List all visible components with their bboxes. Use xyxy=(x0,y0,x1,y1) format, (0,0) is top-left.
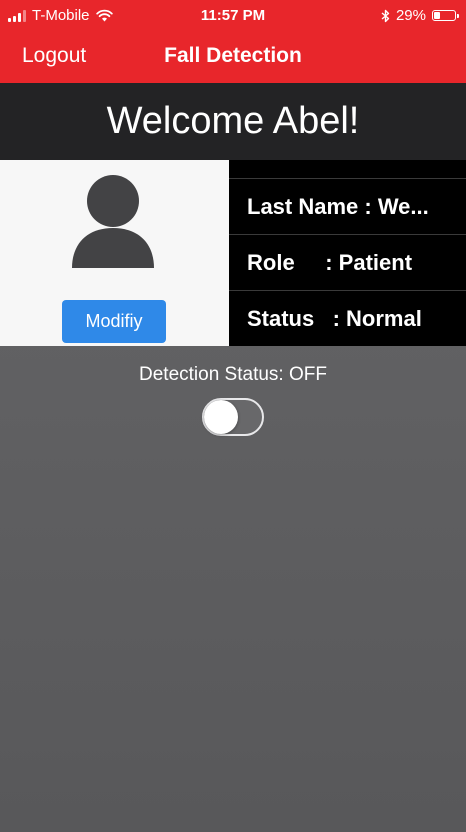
status-field: Status : Normal xyxy=(247,306,422,331)
navigation-bar: Logout Fall Detection xyxy=(0,32,466,83)
nav-title: Fall Detection xyxy=(164,44,302,67)
user-avatar-icon xyxy=(72,175,154,268)
welcome-banner: Welcome Abel! xyxy=(0,83,466,160)
modify-button[interactable]: Modifiy xyxy=(62,300,166,343)
header-bar: T-Mobile 11:57 PM 29% Logout Fall Detect… xyxy=(0,0,466,83)
battery-fill xyxy=(434,12,440,19)
detection-toggle[interactable] xyxy=(202,398,264,436)
profile-card: Modifiy xyxy=(0,160,229,346)
detection-status-label: Detection Status: OFF xyxy=(139,364,327,385)
battery-icon xyxy=(432,10,459,21)
toggle-knob[interactable] xyxy=(204,400,238,434)
last-name-field: Last Name : We... xyxy=(247,194,429,219)
bluetooth-icon xyxy=(381,9,390,22)
role-field: Role : Patient xyxy=(247,250,413,275)
battery-percent: 29% xyxy=(395,7,426,24)
status-right: 29% xyxy=(381,7,459,24)
profile-details: Last Name : We... Role : Patient Status … xyxy=(229,160,466,346)
status-bar: T-Mobile 11:57 PM 29% xyxy=(0,0,466,32)
app-screen: T-Mobile 11:57 PM 29% Logout Fall Detect… xyxy=(0,0,466,832)
